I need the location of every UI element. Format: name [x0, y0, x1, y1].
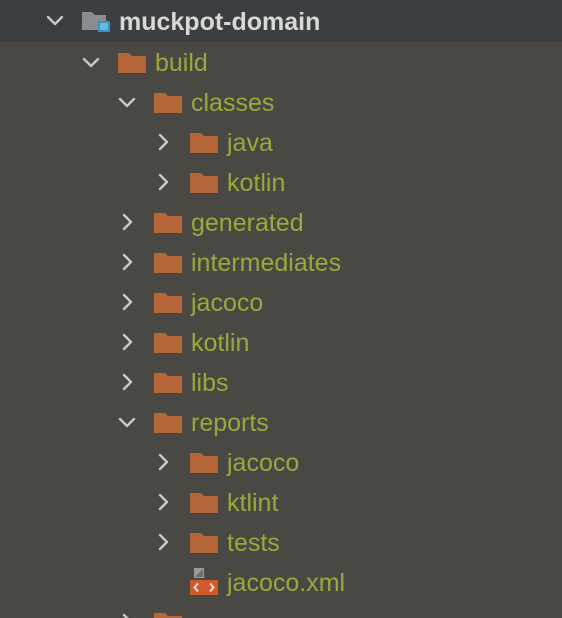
- tree-item-intermediates[interactable]: intermediates: [0, 242, 562, 282]
- tree-item-label: kotlin: [227, 169, 286, 197]
- chevron-down-icon[interactable]: [116, 411, 138, 433]
- folder-icon: [153, 211, 183, 235]
- tree-root-row[interactable]: muckpot-domain: [0, 0, 562, 42]
- xml-file-icon: [189, 567, 219, 597]
- chevron-right-icon[interactable]: [116, 611, 138, 618]
- chevron-right-icon[interactable]: [152, 131, 174, 153]
- tree-item-label: ktlint: [227, 489, 279, 517]
- chevron-right-icon[interactable]: [152, 531, 174, 553]
- tree-item-build[interactable]: build: [0, 42, 562, 82]
- tree-item-libs[interactable]: libs: [0, 362, 562, 402]
- chevron-down-icon[interactable]: [80, 51, 102, 73]
- chevron-down-icon[interactable]: [116, 91, 138, 113]
- chevron-right-icon[interactable]: [116, 331, 138, 353]
- chevron-right-icon[interactable]: [152, 171, 174, 193]
- module-folder-icon: [81, 9, 111, 33]
- folder-icon: [153, 611, 183, 618]
- folder-icon: [153, 331, 183, 355]
- folder-icon: [153, 291, 183, 315]
- tree-item-reports[interactable]: reports: [0, 402, 562, 442]
- tree-item-label: tests: [227, 529, 280, 557]
- tree-item-ktlint[interactable]: ktlint: [0, 482, 562, 522]
- tree-item-classes[interactable]: classes: [0, 82, 562, 122]
- chevron-right-icon[interactable]: [116, 251, 138, 273]
- chevron-right-icon[interactable]: [116, 211, 138, 233]
- tree-item-generated[interactable]: generated: [0, 202, 562, 242]
- chevron-right-icon[interactable]: [152, 491, 174, 513]
- chevron-right-icon[interactable]: [116, 371, 138, 393]
- tree-item-label: jacoco: [191, 289, 264, 317]
- tree-item-jacoco[interactable]: jacoco: [0, 282, 562, 322]
- tree-item-jacoco[interactable]: jacoco: [0, 442, 562, 482]
- folder-icon: [189, 491, 219, 515]
- chevron-right-icon[interactable]: [116, 291, 138, 313]
- tree-item-kotlin[interactable]: kotlin: [0, 162, 562, 202]
- tree-item-label: jacoco.xml: [227, 569, 346, 597]
- tree-item-label: intermediates: [191, 249, 342, 277]
- folder-icon: [189, 131, 219, 155]
- tree-item-kotlin[interactable]: kotlin: [0, 322, 562, 362]
- tree-item-java[interactable]: java: [0, 122, 562, 162]
- folder-icon: [153, 251, 183, 275]
- tree-item-label: jacoco: [227, 449, 300, 477]
- folder-icon: [153, 411, 183, 435]
- folder-icon: [189, 531, 219, 555]
- folder-icon: [189, 171, 219, 195]
- tree-item-label: libs: [191, 369, 229, 397]
- chevron-right-icon[interactable]: [152, 451, 174, 473]
- tree-root-label: muckpot-domain: [119, 8, 321, 36]
- folder-icon: [189, 451, 219, 475]
- tree-item-partial[interactable]: [0, 602, 562, 618]
- tree-item-tests[interactable]: tests: [0, 522, 562, 562]
- tree-item-label: kotlin: [191, 329, 250, 357]
- tree-item-label: java: [227, 129, 273, 157]
- project-tree: muckpot-domain build classes java kotlin…: [0, 0, 562, 618]
- folder-icon: [153, 91, 183, 115]
- tree-item-label: classes: [191, 89, 275, 117]
- tree-item-label: generated: [191, 209, 304, 237]
- folder-icon: [153, 371, 183, 395]
- folder-icon: [117, 51, 147, 75]
- tree-item-jacoco-xml[interactable]: jacoco.xml: [0, 562, 562, 602]
- chevron-down-icon[interactable]: [44, 9, 66, 31]
- tree-item-label: build: [155, 49, 208, 77]
- tree-item-label: reports: [191, 409, 269, 437]
